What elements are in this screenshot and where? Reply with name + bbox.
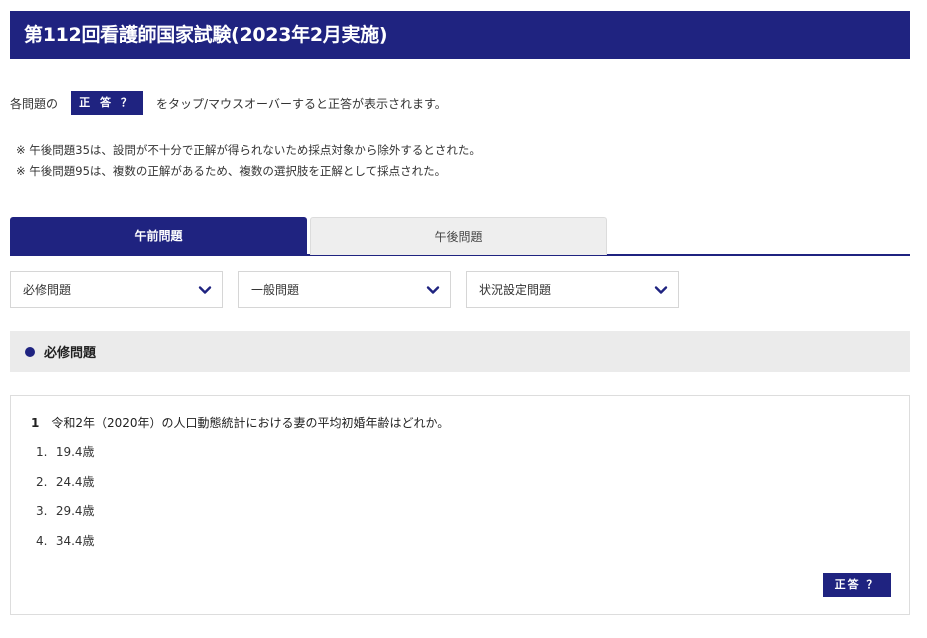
choice-number: 3. [36, 504, 48, 518]
question-text: 1 令和2年（2020年）の人口動態統計における妻の平均初婚年齢はどれか。 [31, 414, 449, 431]
list-item: 1. 19.4歳 [36, 443, 95, 473]
list-item: 3. 29.4歳 [36, 502, 95, 532]
note-item: ※ 午後問題95は、複数の正解があるため、複数の選択肢を正解として採点された。 [16, 164, 447, 178]
choice-number: 4. [36, 533, 48, 548]
choice-number: 2. [36, 474, 48, 489]
intro-suffix: をタップ/マウスオーバーすると正答が表示されます。 [156, 96, 447, 111]
show-answer-button[interactable]: 正答 ？ [823, 573, 891, 597]
choice-text: 19.4歳 [55, 445, 95, 459]
question-body: 令和2年（2020年）の人口動態統計における妻の平均初婚年齢はどれか。 [51, 416, 450, 430]
question-card: 1 令和2年（2020年）の人口動態統計における妻の平均初婚年齢はどれか。 1. … [10, 395, 910, 615]
sample-answer-button: 正 答 ？ [71, 91, 144, 115]
page-title: 第112回看護師国家試験(2023年2月実施) [10, 11, 910, 59]
choice-list: 1. 19.4歳 2. 24.4歳 3. 29.4歳 4. 34.4歳 [36, 443, 95, 561]
intro-line: 各問題の 正 答 ？ をタップ/マウスオーバーすると正答が表示されます。 [10, 91, 447, 115]
tab-morning[interactable]: 午前問題 [10, 217, 307, 255]
select-situational-value: 状況設定問題 [479, 283, 552, 297]
chevron-down-icon [198, 286, 212, 294]
session-tabs: 午前問題 午後問題 [10, 217, 910, 256]
choice-text: 29.4歳 [55, 504, 95, 518]
tab-afternoon[interactable]: 午後問題 [310, 217, 607, 255]
select-situational[interactable]: 状況設定問題 [466, 271, 679, 308]
section-header: 必修問題 [10, 331, 910, 372]
list-item: 2. 24.4歳 [36, 473, 95, 503]
section-title: 必修問題 [44, 346, 97, 361]
choice-text: 24.4歳 [55, 474, 95, 489]
choice-text: 34.4歳 [55, 533, 95, 548]
select-required-value: 必修問題 [23, 283, 72, 297]
select-general-value: 一般問題 [251, 283, 300, 297]
chevron-down-icon [654, 286, 668, 294]
select-general[interactable]: 一般問題 [238, 271, 451, 308]
notes: ※ 午後問題35は、設問が不十分で正解が得られないため採点対象から除外するとされ… [16, 141, 481, 183]
choice-number: 1. [36, 445, 48, 459]
intro-prefix: 各問題の [10, 96, 59, 111]
question-number: 1 [31, 416, 40, 430]
bullet-dot-icon [25, 346, 35, 357]
note-item: ※ 午後問題35は、設問が不十分で正解が得られないため採点対象から除外するとされ… [16, 143, 481, 157]
list-item: 4. 34.4歳 [36, 532, 95, 562]
chevron-down-icon [426, 286, 440, 294]
select-required[interactable]: 必修問題 [10, 271, 223, 308]
